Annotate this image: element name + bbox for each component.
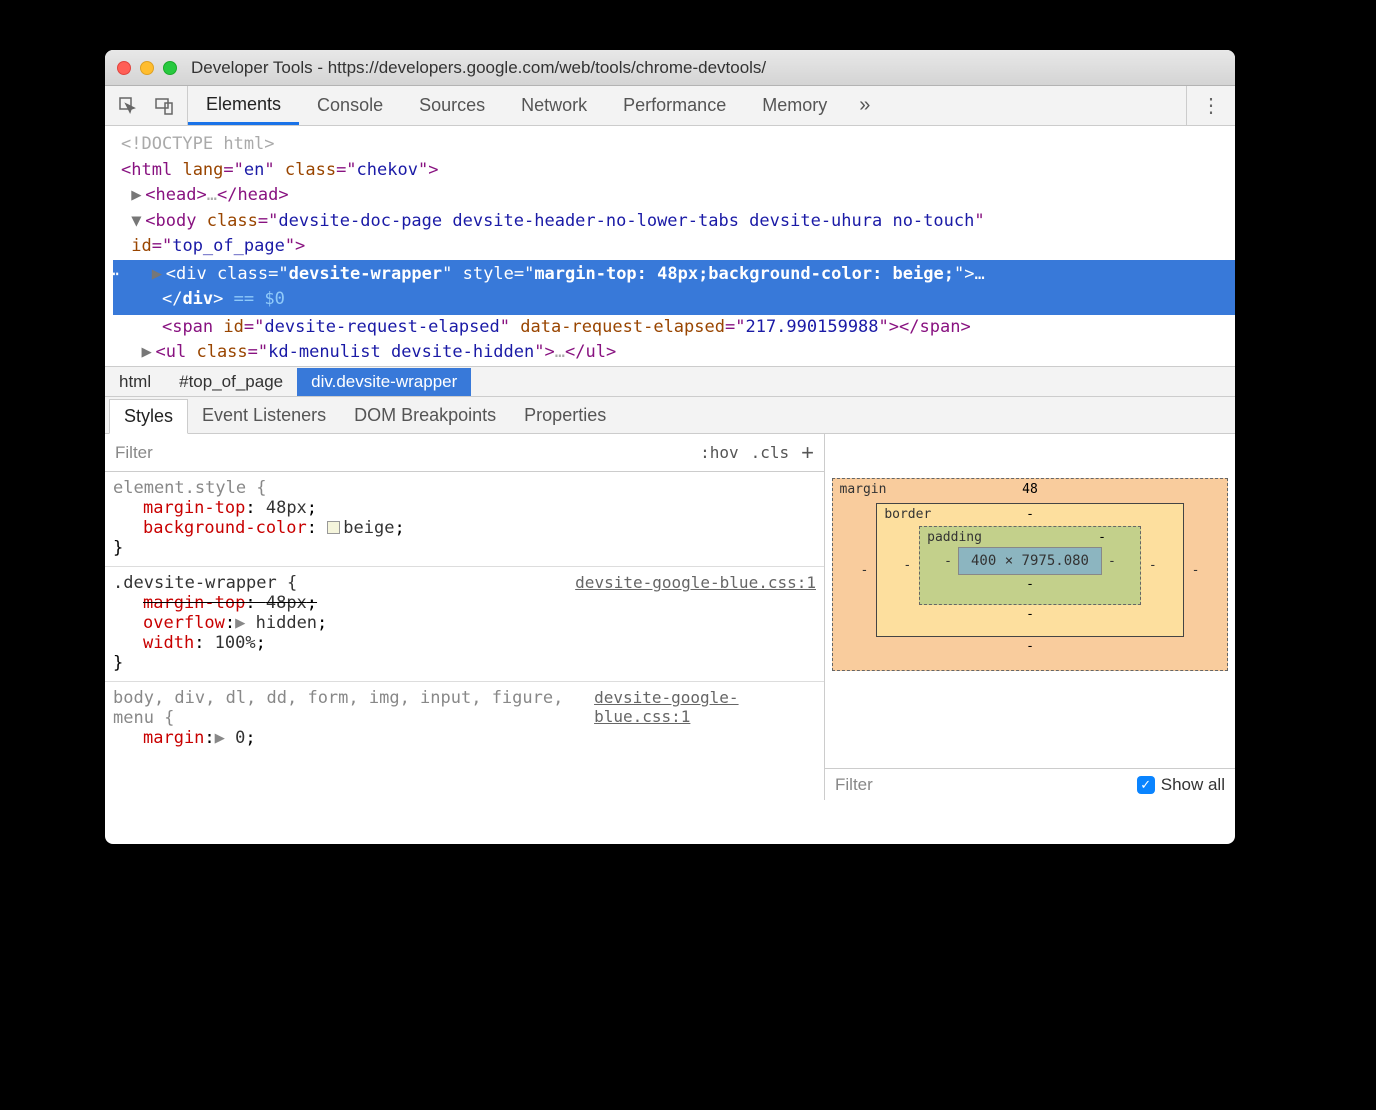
- box-content: 400 × 7975.080: [958, 547, 1102, 575]
- tab-console[interactable]: Console: [299, 86, 401, 125]
- breadcrumb: html #top_of_page div.devsite-wrapper: [105, 366, 1235, 396]
- styles-pane: Filter :hov .cls + element.style { margi…: [105, 434, 825, 800]
- dom-tree[interactable]: <!DOCTYPE html> <html lang="en" class="c…: [105, 126, 1235, 366]
- box-model[interactable]: margin 48 - border - - padding -: [832, 478, 1229, 671]
- tab-elements[interactable]: Elements: [188, 86, 299, 125]
- computed-pane: margin 48 - border - - padding -: [825, 434, 1235, 800]
- new-rule-icon[interactable]: +: [801, 440, 814, 466]
- doctype: <!DOCTYPE html>: [121, 134, 275, 154]
- device-toggle-icon[interactable]: [153, 95, 175, 117]
- hov-toggle[interactable]: :hov: [700, 443, 739, 462]
- show-all-checkbox[interactable]: ✓: [1137, 776, 1155, 794]
- tab-styles[interactable]: Styles: [109, 399, 188, 434]
- tab-dom-breakpoints[interactable]: DOM Breakpoints: [340, 399, 510, 432]
- breadcrumb-item-active[interactable]: div.devsite-wrapper: [297, 368, 471, 396]
- styles-rules[interactable]: element.style { margin-top: 48px; backgr…: [105, 472, 824, 800]
- main-toolbar: Elements Console Sources Network Perform…: [105, 86, 1235, 126]
- computed-filter-input[interactable]: Filter: [835, 775, 873, 795]
- tab-network[interactable]: Network: [503, 86, 605, 125]
- minimize-icon[interactable]: [140, 61, 154, 75]
- sidebar-tabs: Styles Event Listeners DOM Breakpoints P…: [105, 396, 1235, 434]
- color-swatch-icon[interactable]: [327, 521, 340, 534]
- styles-filter-row: Filter :hov .cls +: [105, 434, 824, 472]
- traffic-lights: [117, 61, 177, 75]
- source-link[interactable]: devsite-google-blue.css:1: [594, 688, 816, 728]
- tab-memory[interactable]: Memory: [744, 86, 845, 125]
- panel-tabs: Elements Console Sources Network Perform…: [188, 86, 884, 125]
- rule-element-style[interactable]: element.style { margin-top: 48px; backgr…: [105, 472, 824, 567]
- zoom-icon[interactable]: [163, 61, 177, 75]
- selected-element[interactable]: ⋯ ▶<div class="devsite-wrapper" style="m…: [113, 260, 1235, 315]
- more-tabs-icon[interactable]: »: [845, 94, 884, 117]
- settings-menu-icon[interactable]: ⋮: [1201, 93, 1221, 118]
- breadcrumb-item[interactable]: #top_of_page: [165, 368, 297, 396]
- tab-performance[interactable]: Performance: [605, 86, 744, 125]
- titlebar: Developer Tools - https://developers.goo…: [105, 50, 1235, 86]
- rule-reset[interactable]: body, div, dl, dd, form, img, input, fig…: [105, 682, 824, 756]
- computed-filter-row: Filter ✓ Show all: [825, 768, 1235, 800]
- show-all-label: Show all: [1161, 775, 1225, 795]
- rule-devsite-wrapper[interactable]: .devsite-wrapper {devsite-google-blue.cs…: [105, 567, 824, 682]
- cls-toggle[interactable]: .cls: [751, 443, 790, 462]
- tab-properties[interactable]: Properties: [510, 399, 620, 432]
- devtools-window: Developer Tools - https://developers.goo…: [105, 50, 1235, 844]
- tab-sources[interactable]: Sources: [401, 86, 503, 125]
- filter-input[interactable]: Filter: [115, 443, 153, 463]
- breadcrumb-item[interactable]: html: [105, 368, 165, 396]
- inspect-icon[interactable]: [117, 95, 139, 117]
- source-link[interactable]: devsite-google-blue.css:1: [575, 573, 816, 593]
- close-icon[interactable]: [117, 61, 131, 75]
- tab-event-listeners[interactable]: Event Listeners: [188, 399, 340, 432]
- window-title: Developer Tools - https://developers.goo…: [191, 58, 766, 78]
